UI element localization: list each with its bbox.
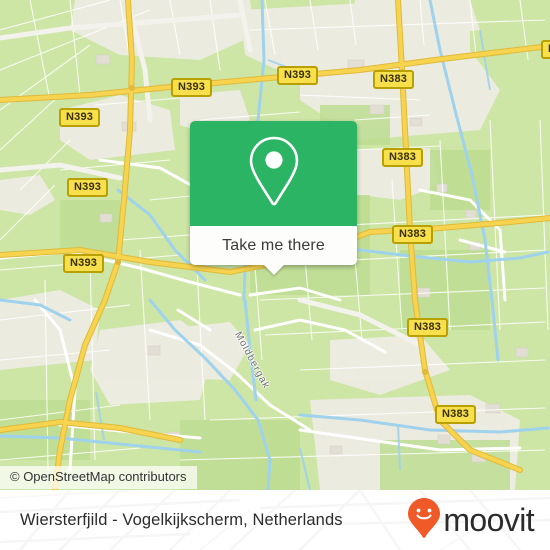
road-shield-n393[interactable]: N393 (59, 108, 101, 127)
take-me-there-label: Take me there (222, 236, 325, 254)
callout-marker-panel (190, 121, 357, 226)
place-callout[interactable]: Take me there (190, 121, 357, 275)
road-shield-clipped[interactable]: N (541, 40, 550, 59)
road-shield-n383[interactable]: N383 (373, 70, 415, 89)
moovit-map-screenshot: N393 N393 N393 N393 N393 N383 N383 N383 … (0, 0, 550, 550)
osm-attribution[interactable]: © OpenStreetMap contributors (0, 466, 197, 489)
footer-bar: Wiersterfjild - Vogelkijkscherm, Netherl… (0, 490, 550, 550)
road-shield-n383[interactable]: N383 (392, 225, 434, 244)
callout-action-panel[interactable]: Take me there (190, 226, 357, 275)
map-canvas[interactable]: N393 N393 N393 N393 N393 N383 N383 N383 … (0, 0, 550, 490)
road-shield-n393[interactable]: N393 (63, 254, 105, 273)
place-name-label: Wiersterfjild - Vogelkijkscherm, Netherl… (20, 510, 343, 529)
road-shield-n383[interactable]: N383 (407, 318, 449, 337)
map-pin-icon (246, 134, 302, 213)
callout-tail (262, 264, 285, 275)
road-shield-n383[interactable]: N383 (382, 148, 424, 167)
moovit-brand[interactable]: moovit (407, 490, 535, 550)
moovit-wordmark: moovit (443, 502, 534, 538)
road-shield-n383[interactable]: N383 (435, 405, 477, 424)
road-shield-n393[interactable]: N393 (171, 78, 213, 97)
road-shield-n393[interactable]: N393 (67, 178, 109, 197)
moovit-pin-smile-icon (407, 497, 441, 544)
road-shield-n393[interactable]: N393 (277, 66, 319, 85)
